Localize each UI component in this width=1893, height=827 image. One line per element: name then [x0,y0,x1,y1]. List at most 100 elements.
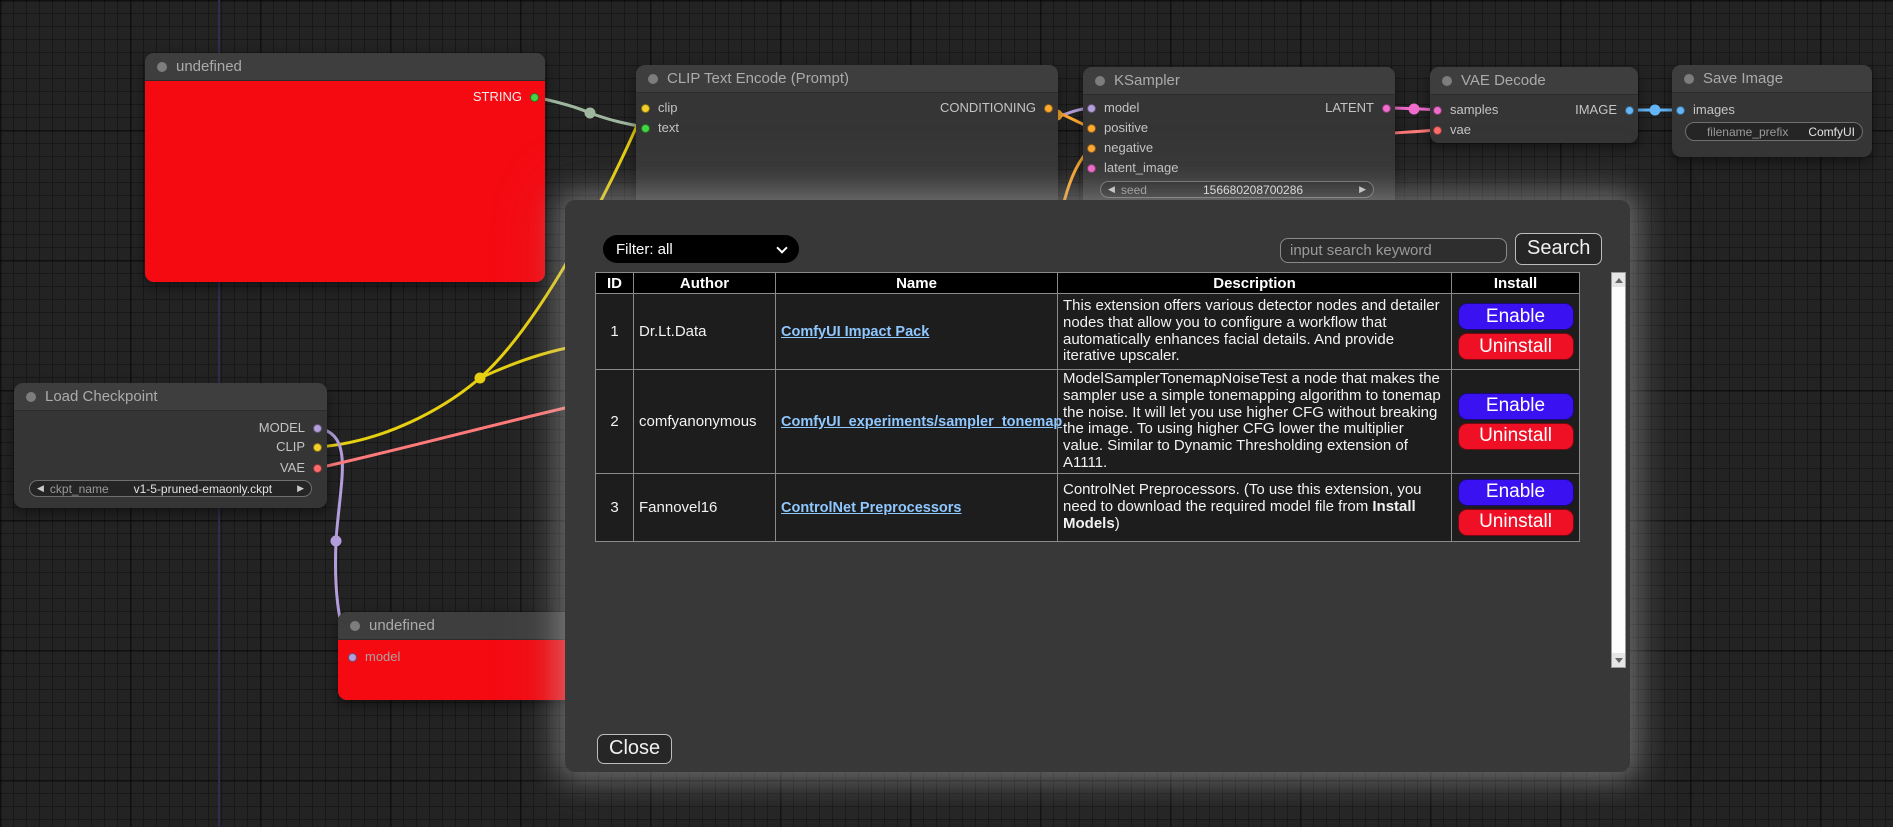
node-collapse-dot-icon[interactable] [350,621,360,631]
output-slot-conditioning[interactable] [1044,104,1053,113]
node-collapse-dot-icon[interactable] [1095,76,1105,86]
node-save-image-titlebar[interactable]: Save Image [1672,65,1872,93]
column-header: Description [1058,273,1452,294]
comfyui-canvas[interactable]: undefined STRING CLIP Text Encode (Promp… [0,0,1893,827]
ckpt-name-label: ckpt_name [50,482,109,496]
ckpt-name-value: v1-5-pruned-emaonly.ckpt [134,482,273,496]
uninstall-button[interactable]: Uninstall [1458,509,1574,536]
extension-table: IDAuthorNameDescriptionInstall 1Dr.Lt.Da… [595,272,1580,542]
input-slot-latent-image[interactable] [1087,164,1096,173]
enable-button[interactable]: Enable [1458,479,1574,506]
input-slot-vae[interactable] [1433,126,1442,135]
node-undefined-top-titlebar[interactable]: undefined [145,53,545,81]
output-slot-image[interactable] [1625,106,1634,115]
cell-name: ControlNet Preprocessors [776,473,1058,541]
node-undefined-bottom[interactable]: undefined model [338,612,578,700]
filename-prefix-widget[interactable]: filename_prefix ComfyUI [1685,122,1863,141]
output-slot-latent[interactable] [1382,104,1391,113]
input-slot-images[interactable] [1676,106,1685,115]
output-label-conditioning: CONDITIONING [940,101,1036,115]
cell-name: ComfyUI Impact Pack [776,294,1058,370]
uninstall-button[interactable]: Uninstall [1458,423,1574,450]
cell-id: 1 [596,294,634,370]
node-clip-text-encode-titlebar[interactable]: CLIP Text Encode (Prompt) [636,65,1058,93]
search-input[interactable] [1280,238,1507,263]
decrement-arrow-icon[interactable]: ◀ [1108,185,1115,194]
node-undefined-top[interactable]: undefined STRING [145,53,545,282]
node-collapse-dot-icon[interactable] [648,74,658,84]
extension-link[interactable]: ComfyUI Impact Pack [781,324,929,340]
node-collapse-dot-icon[interactable] [157,62,167,72]
input-slot-model[interactable] [1087,104,1096,113]
increment-arrow-icon[interactable]: ▶ [1359,185,1366,194]
output-label-vae: VAE [280,461,305,475]
input-label-model: model [365,650,400,664]
input-slot-positive[interactable] [1087,124,1096,133]
output-slot-model[interactable] [313,424,322,433]
seed-widget[interactable]: ◀ seed 156680208700286 ▶ [1100,181,1374,198]
node-collapse-dot-icon[interactable] [1684,74,1694,84]
scroll-down-icon[interactable] [1612,653,1625,667]
close-button[interactable]: Close [597,734,672,764]
column-header: Name [776,273,1058,294]
node-ksampler-titlebar[interactable]: KSampler [1083,67,1395,95]
output-slot-vae[interactable] [313,464,322,473]
output-label-string: STRING [473,90,522,104]
output-slot-clip[interactable] [313,443,322,452]
enable-button[interactable]: Enable [1458,303,1574,330]
uninstall-button[interactable]: Uninstall [1458,333,1574,360]
input-label-model: model [1104,101,1139,115]
input-label-text: text [658,121,679,135]
output-label-image: IMAGE [1575,103,1617,117]
error-node-body [145,81,545,282]
input-slot-model[interactable] [348,653,357,662]
node-title: Save Image [1703,70,1783,87]
node-collapse-dot-icon[interactable] [26,392,36,402]
ckpt-name-widget[interactable]: ◀ ckpt_name v1-5-pruned-emaonly.ckpt ▶ [29,480,312,497]
output-label-model: MODEL [259,421,305,435]
node-title: CLIP Text Encode (Prompt) [667,70,849,87]
node-ksampler[interactable]: KSampler model positive negative latent_… [1083,67,1395,212]
output-label-latent: LATENT [1325,101,1374,115]
input-slot-samples[interactable] [1433,106,1442,115]
extension-link[interactable]: ComfyUI_experiments/sampler_tonemap [781,414,1062,430]
seed-value: 156680208700286 [1203,183,1303,197]
output-label-clip: CLIP [276,440,305,454]
table-header-row: IDAuthorNameDescriptionInstall [596,273,1580,294]
node-undefined-bottom-titlebar[interactable]: undefined [338,612,578,640]
extension-link[interactable]: ControlNet Preprocessors [781,500,962,516]
input-label-samples: samples [1450,103,1498,117]
output-slot-string[interactable] [530,93,539,102]
filter-select-wrap: Filter: all [603,235,799,263]
extension-table-wrap: IDAuthorNameDescriptionInstall 1Dr.Lt.Da… [595,272,1625,668]
extension-row: 3Fannovel16ControlNet PreprocessorsContr… [596,473,1580,541]
node-title: undefined [369,617,435,634]
input-slot-text[interactable] [641,124,650,133]
enable-button[interactable]: Enable [1458,393,1574,420]
table-scrollbar[interactable] [1611,272,1626,668]
node-collapse-dot-icon[interactable] [1442,76,1452,86]
node-vae-decode-titlebar[interactable]: VAE Decode [1430,67,1638,95]
manager-dialog: Filter: all Search IDAuthorNameDescripti… [565,200,1630,772]
cell-author: comfyanonymous [634,370,776,474]
seed-label: seed [1121,183,1147,197]
input-label-negative: negative [1104,141,1153,155]
input-label-clip: clip [658,101,678,115]
node-load-checkpoint[interactable]: Load Checkpoint MODEL CLIP VAE ◀ ckpt_na… [14,383,327,508]
input-label-images: images [1693,103,1735,117]
input-label-positive: positive [1104,121,1148,135]
search-button[interactable]: Search [1515,233,1602,265]
wire-vae-1[interactable] [318,408,565,468]
filter-select[interactable]: Filter: all [603,235,799,263]
node-title: VAE Decode [1461,72,1546,89]
input-slot-clip[interactable] [641,104,650,113]
input-slot-negative[interactable] [1087,144,1096,153]
node-save-image[interactable]: Save Image images filename_prefix ComfyU… [1672,65,1872,157]
cell-description: This extension offers various detector n… [1058,294,1452,370]
node-load-checkpoint-titlebar[interactable]: Load Checkpoint [14,383,327,411]
cell-install: Enable Uninstall [1452,473,1580,541]
node-vae-decode[interactable]: VAE Decode samples vae IMAGE [1430,67,1638,143]
next-arrow-icon[interactable]: ▶ [297,484,304,493]
scroll-up-icon[interactable] [1612,273,1625,287]
previous-arrow-icon[interactable]: ◀ [37,484,44,493]
